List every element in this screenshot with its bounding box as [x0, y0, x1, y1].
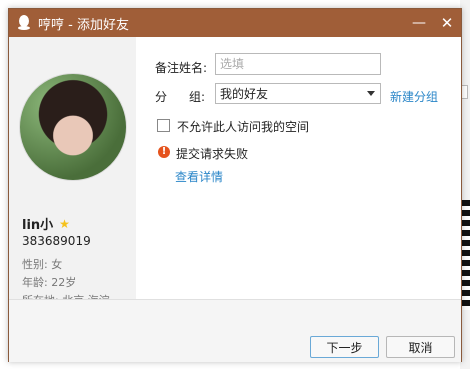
footer-bar: 下一步 取消 [9, 299, 461, 362]
error-icon: ! [158, 146, 170, 158]
group-label-suffix: 组: [189, 90, 206, 104]
profile-panel: lin小 ★ 383689019 性别: 女 年龄: 22岁 所在地: 北京 海… [9, 37, 136, 307]
remark-label: 备注姓名: [155, 61, 208, 75]
profile-name-row: lin小 ★ [22, 214, 70, 234]
add-friend-dialog: 哼哼 - 添加好友 — ✕ lin小 ★ 383689019 性别: 女 年龄:… [8, 8, 462, 362]
qq-logo-icon [9, 14, 38, 33]
error-message: 提交请求失败 [176, 147, 249, 161]
minimize-button[interactable]: — [405, 9, 433, 37]
cancel-button[interactable]: 取消 [386, 336, 455, 358]
close-button[interactable]: ✕ [433, 9, 461, 37]
window-title: 哼哼 - 添加好友 [38, 17, 129, 33]
block-space-label[interactable]: 不允许此人访问我的空间 [177, 118, 309, 135]
group-select-value: 我的好友 [220, 87, 269, 101]
avatar [19, 73, 127, 181]
new-group-link[interactable]: 新建分组 [390, 88, 438, 105]
view-details-link[interactable]: 查看详情 [175, 168, 223, 185]
group-select[interactable]: 我的好友 [215, 83, 381, 104]
group-label: 分 [155, 90, 168, 104]
chevron-down-icon [367, 91, 375, 96]
qq-number: 383689019 [22, 234, 91, 248]
remark-name-input[interactable] [215, 53, 381, 75]
title-bar[interactable]: 哼哼 - 添加好友 — ✕ [9, 9, 461, 37]
next-button[interactable]: 下一步 [310, 336, 379, 358]
profile-age: 年龄: 22岁 [22, 276, 77, 289]
profile-name: lin小 [22, 218, 54, 233]
block-space-checkbox[interactable] [157, 119, 170, 132]
star-icon: ★ [59, 216, 70, 231]
profile-gender: 性别: 女 [22, 258, 63, 271]
